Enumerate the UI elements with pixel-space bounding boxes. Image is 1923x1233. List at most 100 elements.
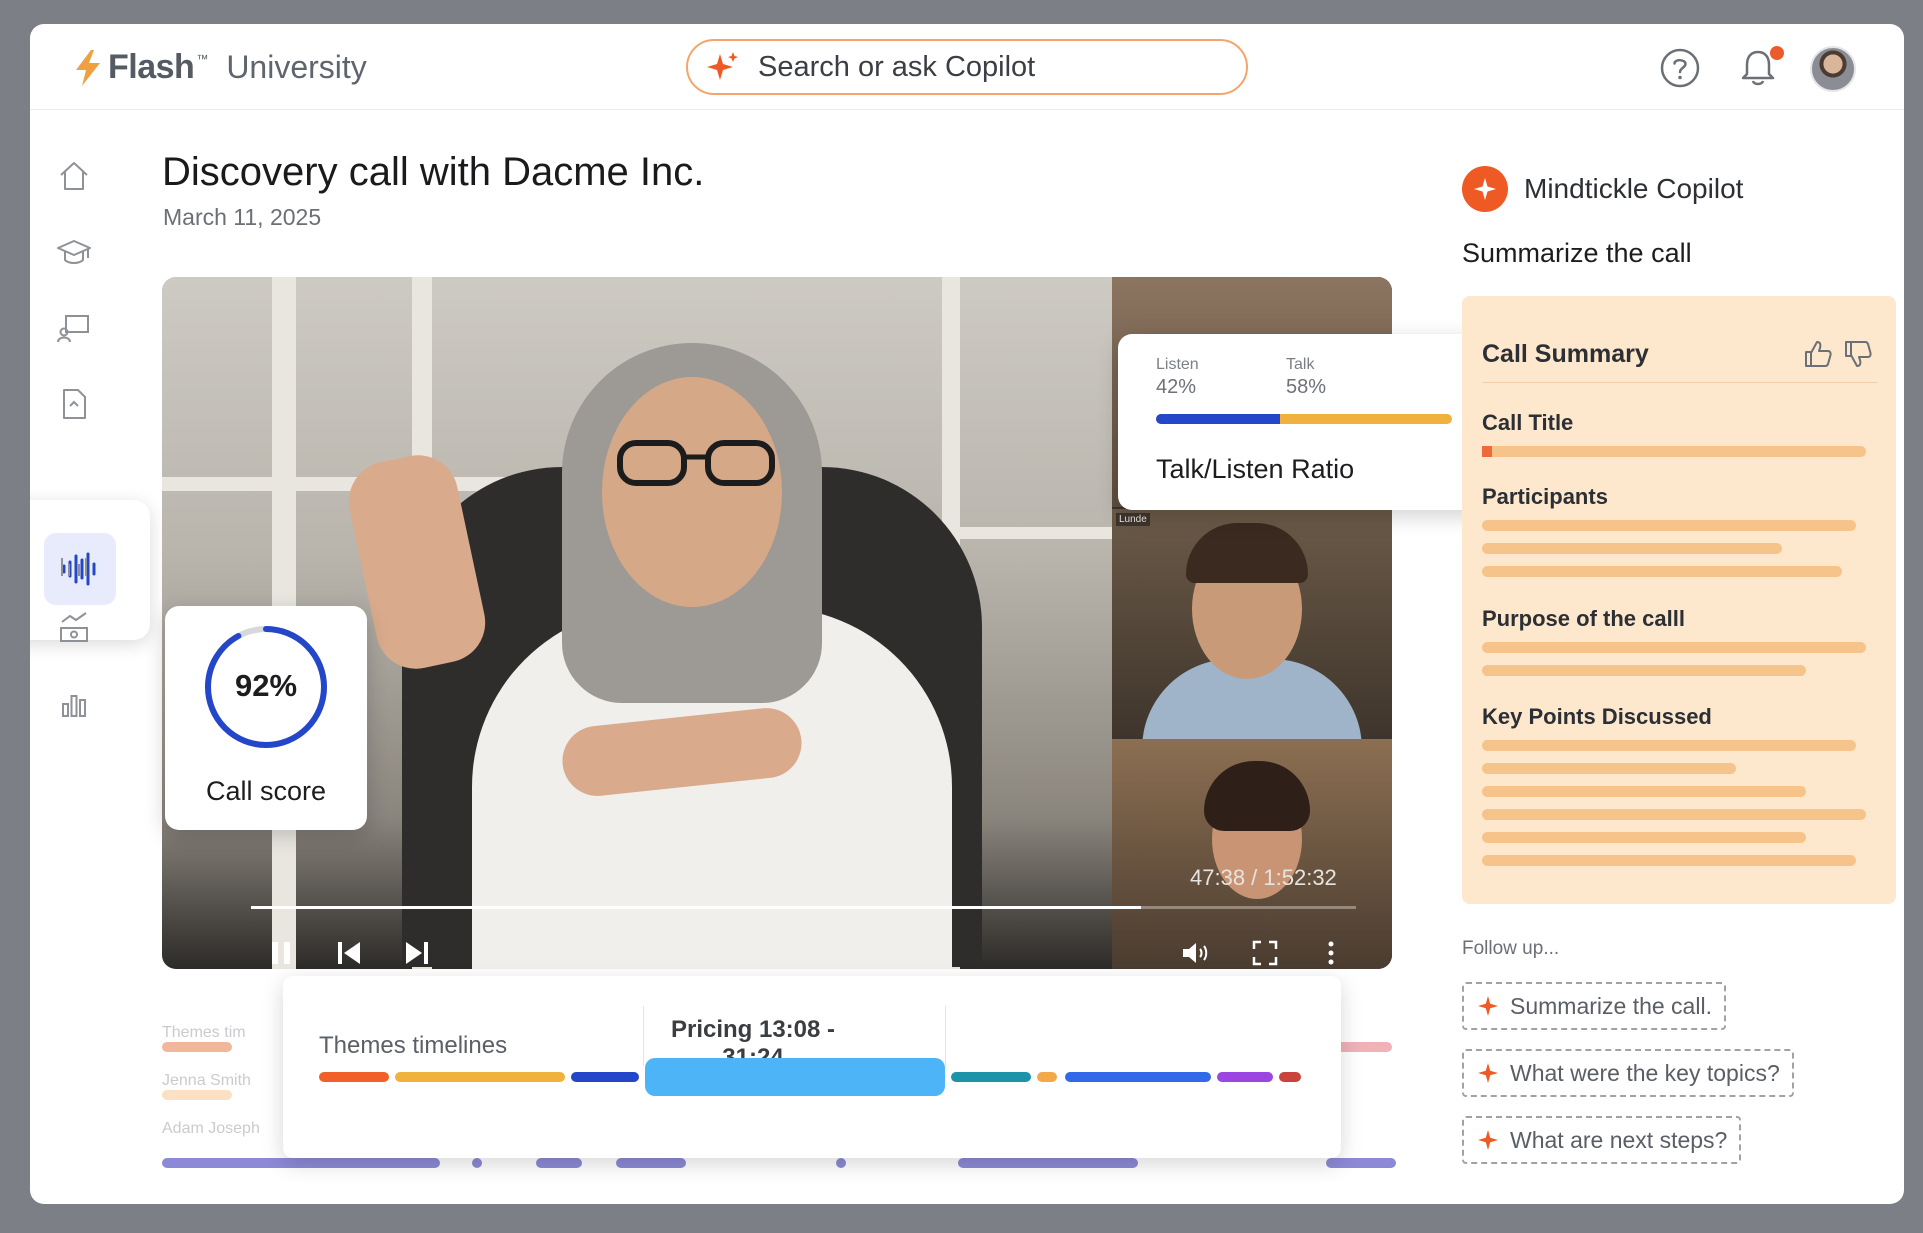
summary-text-line <box>1482 520 1856 531</box>
top-bar: Flash ™ University Search or ask Copilot <box>30 24 1904 110</box>
participant-name-tag: Lunde <box>1116 513 1150 526</box>
timeline-segment <box>536 1158 582 1168</box>
timeline-segment <box>472 1158 482 1168</box>
timeline-segment <box>958 1158 1138 1168</box>
call-summary-panel: Call Summary Call Title Participants Pur… <box>1462 296 1896 904</box>
sparkle-icon <box>1478 1130 1498 1150</box>
video-timecode: 47:38 / 1:52:32 <box>1190 865 1337 890</box>
notification-dot <box>1770 46 1784 60</box>
summary-section-title: Call Title <box>1482 410 1574 435</box>
skip-back-icon[interactable] <box>334 938 364 968</box>
themes-timeline-label: Themes timelines <box>319 1032 508 1059</box>
more-options-icon[interactable] <box>1316 938 1346 968</box>
talk-listen-bar <box>1156 414 1452 424</box>
sparkle-icon <box>1474 178 1496 200</box>
call-summary-heading: Call Summary <box>1482 340 1649 368</box>
fullscreen-icon[interactable] <box>1250 938 1280 968</box>
sparkle-icon <box>1478 996 1498 1016</box>
participant-tile: Lunde <box>1112 509 1392 749</box>
presentation-icon[interactable] <box>56 310 92 346</box>
talk-listen-card: Listen 42% Talk 58% Talk/Listen Ratio <box>1118 334 1490 510</box>
thumbs-down-icon[interactable] <box>1842 338 1874 370</box>
copilot-title: Mindtickle Copilot <box>1524 173 1744 204</box>
theme-segment[interactable] <box>1065 1072 1211 1082</box>
timeline-row-label: Adam Joseph <box>162 1120 260 1137</box>
volume-icon[interactable] <box>1180 938 1210 968</box>
call-score-value: 92% <box>234 668 298 703</box>
themes-timeline-card: Themes timelines Pricing 13:08 - 31:24 <box>283 976 1341 1158</box>
brand-name: Flash <box>108 48 195 86</box>
theme-segment[interactable] <box>1217 1072 1273 1082</box>
money-growth-icon[interactable] <box>56 610 92 646</box>
speaker-face <box>602 377 782 607</box>
summary-text-line <box>1482 543 1782 554</box>
suggestion-key-topics[interactable]: What were the key topics? <box>1462 1049 1794 1097</box>
participant-tile <box>1112 739 1392 969</box>
suggestion-next-steps[interactable]: What are next steps? <box>1462 1116 1742 1164</box>
theme-segment[interactable] <box>395 1072 565 1082</box>
sparkle-icon <box>707 52 738 80</box>
summary-section-title: Purpose of the calll <box>1482 606 1685 631</box>
summary-text-line <box>1482 763 1736 774</box>
award-icon[interactable] <box>56 546 92 582</box>
search-placeholder: Search or ask Copilot <box>758 50 1036 83</box>
summary-text-line <box>1482 566 1842 577</box>
timeline-segment <box>162 1158 440 1168</box>
timeline-segment <box>836 1158 846 1168</box>
theme-segment[interactable] <box>1279 1072 1301 1082</box>
call-score-card: 92% Call score <box>165 606 367 830</box>
page-title: Discovery call with Dacme Inc. <box>162 150 705 194</box>
summary-text-line <box>1482 786 1806 797</box>
summary-text-line <box>1482 740 1856 751</box>
timeline-segment <box>616 1158 686 1168</box>
timeline-row-label: Themes tim <box>162 1024 246 1041</box>
call-date: March 11, 2025 <box>163 204 322 230</box>
document-icon[interactable] <box>56 386 92 422</box>
thumbs-up-icon[interactable] <box>1802 338 1834 370</box>
listen-bar-fill <box>1156 414 1281 424</box>
video-progress-bar[interactable] <box>251 906 1356 909</box>
listen-label: Listen <box>1156 356 1199 373</box>
product-name: University <box>226 49 367 85</box>
bolt-icon <box>76 49 100 86</box>
timeline-segment <box>162 1090 232 1100</box>
suggestion-text: What were the key topics? <box>1510 1059 1780 1086</box>
sidebar <box>30 110 150 1204</box>
theme-segment[interactable] <box>1037 1072 1057 1082</box>
summary-text-line <box>1482 809 1866 820</box>
theme-segment[interactable] <box>571 1072 639 1082</box>
home-icon[interactable] <box>56 158 92 194</box>
timeline-row-label: Jenna Smith <box>162 1072 251 1089</box>
suggestion-text: Summarize the call. <box>1510 992 1712 1019</box>
video-progress-fill <box>251 906 1141 909</box>
suggestion-text: What are next steps? <box>1510 1126 1728 1153</box>
bar-chart-icon[interactable] <box>56 686 92 722</box>
brand-logo[interactable]: Flash ™ University <box>74 48 367 87</box>
pause-icon[interactable] <box>266 938 296 968</box>
glasses-shape <box>617 440 775 486</box>
pricing-theme-segment[interactable] <box>645 1058 945 1096</box>
summary-text-line <box>1482 642 1866 653</box>
theme-segment[interactable] <box>951 1072 1031 1082</box>
summary-section-title: Participants <box>1482 484 1608 509</box>
help-icon[interactable] <box>1658 46 1702 90</box>
call-score-label: Call score <box>205 776 327 806</box>
copilot-logo <box>1462 166 1508 212</box>
theme-segment[interactable] <box>319 1072 389 1082</box>
summary-text-line <box>1482 832 1806 843</box>
summary-text-line <box>1482 855 1856 866</box>
talk-label: Talk <box>1286 356 1315 373</box>
copilot-prompt: Summarize the call <box>1462 238 1692 268</box>
avatar[interactable] <box>1810 46 1856 92</box>
timeline-segment <box>1326 1158 1396 1168</box>
suggestion-summarize[interactable]: Summarize the call. <box>1462 982 1726 1030</box>
summary-text-line <box>1482 446 1866 457</box>
talk-listen-title: Talk/Listen Ratio <box>1156 454 1355 484</box>
search-input[interactable]: Search or ask Copilot <box>686 39 1248 95</box>
listen-value: 42% <box>1156 376 1197 398</box>
skip-forward-icon[interactable] <box>402 938 432 968</box>
graduation-cap-icon[interactable] <box>56 234 92 270</box>
talk-value: 58% <box>1286 376 1327 398</box>
sparkle-icon <box>1478 1063 1498 1083</box>
brand-mark: ™ <box>196 52 209 66</box>
